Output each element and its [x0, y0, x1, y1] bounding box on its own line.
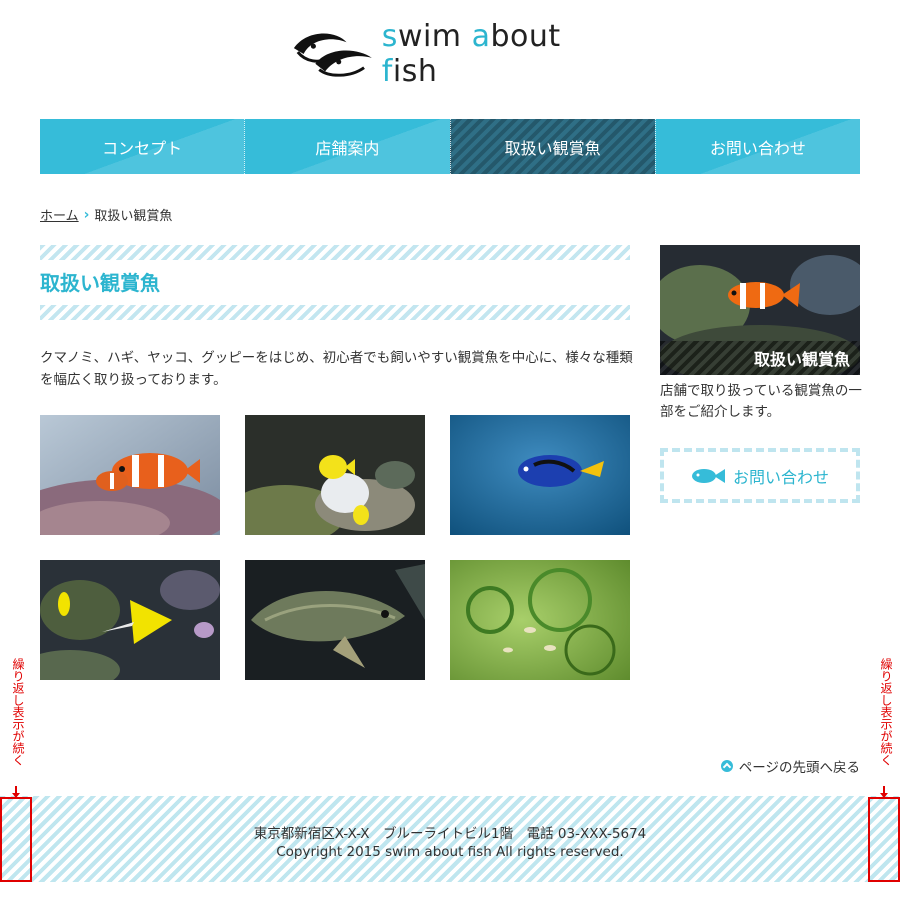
footer-address: 東京都新宿区X-X-X ブルーライトビル1階 電話 03-XXX-5674 — [253, 826, 647, 842]
gallery-photo-blue-tang[interactable] — [450, 415, 630, 535]
intro-text: クマノミ、ハギ、ヤッコ、グッピーをはじめ、初心者でも飼いやすい観賞魚を中心に、様… — [40, 350, 633, 388]
breadcrumb-current: 取扱い観賞魚 — [94, 209, 173, 224]
yellow-tang-photo-icon — [245, 415, 425, 535]
back-to-top-link[interactable]: ページの先頭へ戻る — [720, 756, 860, 776]
gallery-photo-yellow-tang[interactable] — [245, 415, 425, 535]
footer: 東京都新宿区X-X-X ブルーライトビル1階 電話 03-XXX-5674 Co… — [0, 796, 900, 882]
chevron-right-icon: › — [83, 206, 90, 223]
nav-item-concept[interactable]: コンセプト — [40, 119, 245, 174]
footer-copyright: Copyright 2015 swim about fish All right… — [276, 844, 624, 860]
back-to-top-label: ページの先頭へ戻る — [738, 760, 860, 776]
repeat-annotation-box-left — [0, 797, 32, 882]
sidebar-banner-text: 店舗で取り扱っている観賞魚の一部をご紹介します。 — [660, 383, 862, 420]
sidebar-banner-caption: 取扱い観賞魚 — [660, 341, 860, 375]
heading-stripe-bottom — [40, 305, 630, 320]
nav-item-store-info[interactable]: 店舗案内 — [244, 119, 450, 174]
repeat-annotation-right: 繰り返し表示が続く — [879, 658, 893, 766]
gallery-photo-arowana[interactable] — [245, 560, 425, 680]
nav-item-fish[interactable]: 取扱い観賞魚 — [449, 119, 655, 174]
fish-logo-icon — [293, 33, 372, 77]
logo-text: swim about fish — [381, 19, 561, 89]
repeat-annotation-box-right — [868, 797, 900, 882]
arowana-photo-icon — [245, 560, 425, 680]
butterflyfish-photo-icon — [40, 560, 220, 680]
sidebar-contact-button[interactable]: お問い合わせ — [660, 448, 860, 503]
arrow-down-icon — [12, 786, 20, 798]
arrow-up-circle-icon — [720, 760, 733, 772]
clownfish-photo-icon — [40, 415, 220, 535]
fish-icon — [691, 468, 725, 483]
gallery-photo-guppies[interactable] — [450, 560, 630, 680]
contact-button-label: お問い合わせ — [732, 467, 829, 487]
sidebar-fish-banner[interactable]: 取扱い観賞魚 — [660, 245, 860, 375]
gallery-photo-clownfish[interactable] — [40, 415, 220, 535]
arrow-down-icon — [880, 786, 888, 798]
repeat-annotation-left: 繰り返し表示が続く — [11, 658, 25, 766]
nav-item-contact[interactable]: お問い合わせ — [654, 119, 860, 174]
global-nav: コンセプト 店舗案内 取扱い観賞魚 お問い合わせ — [40, 119, 860, 174]
breadcrumb-home-link[interactable]: ホーム — [40, 205, 79, 224]
page-title: 取扱い観賞魚 — [40, 271, 160, 295]
heading-stripe-top — [40, 245, 630, 260]
blue-tang-photo-icon — [450, 415, 630, 535]
gallery-photo-butterflyfish[interactable] — [40, 560, 220, 680]
breadcrumb: ホーム › 取扱い観賞魚 — [40, 205, 173, 225]
guppies-photo-icon — [450, 560, 630, 680]
site-logo[interactable]: swim about fish — [290, 19, 620, 89]
